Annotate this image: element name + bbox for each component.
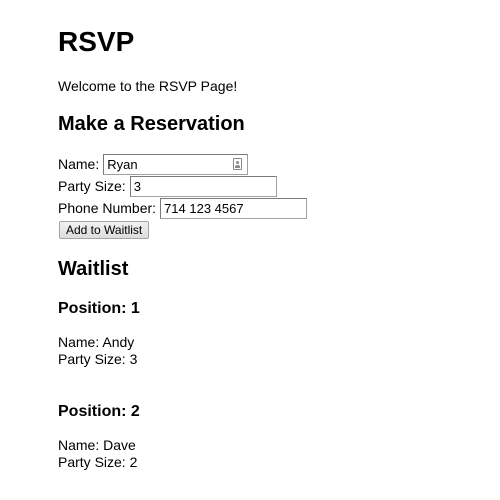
phone-input[interactable]: 714 123 4567	[160, 198, 308, 219]
name-input[interactable]: Ryan	[103, 154, 249, 175]
waitlist-heading: Waitlist	[58, 258, 129, 280]
waitlist-entry: Name: Andy Party Size: 3	[58, 334, 137, 368]
add-to-waitlist-button[interactable]: Add to Waitlist	[59, 221, 150, 239]
reservation-heading: Make a Reservation	[58, 113, 245, 135]
entry-party-size: Party Size: 3	[58, 351, 138, 367]
phone-row: Phone Number: 714 123 4567	[58, 198, 308, 219]
phone-label: Phone Number:	[58, 200, 157, 216]
contact-autofill-icon[interactable]	[233, 158, 243, 170]
entry-party-size: Party Size: 2	[58, 454, 138, 470]
waitlist-entry: Name: Dave Party Size: 2	[58, 437, 137, 471]
party-size-input-value: 3	[133, 179, 141, 194]
welcome-text: Welcome to the RSVP Page!	[58, 78, 238, 94]
waitlist-position: Position: 2	[58, 403, 140, 420]
party-size-input[interactable]: 3	[129, 176, 277, 197]
name-input-value: Ryan	[107, 157, 138, 172]
entry-name: Name: Andy	[58, 334, 135, 350]
page-title: RSVP	[58, 26, 135, 57]
phone-input-value: 714 123 4567	[164, 201, 244, 216]
name-label: Name:	[58, 156, 100, 172]
rsvp-page: RSVP Welcome to the RSVP Page! Make a Re…	[0, 0, 500, 500]
entry-name: Name: Dave	[58, 437, 136, 453]
waitlist-position: Position: 1	[58, 300, 140, 317]
party-size-label: Party Size:	[58, 178, 126, 194]
party-size-row: Party Size: 3	[58, 176, 277, 197]
name-row: Name: Ryan	[58, 154, 249, 175]
